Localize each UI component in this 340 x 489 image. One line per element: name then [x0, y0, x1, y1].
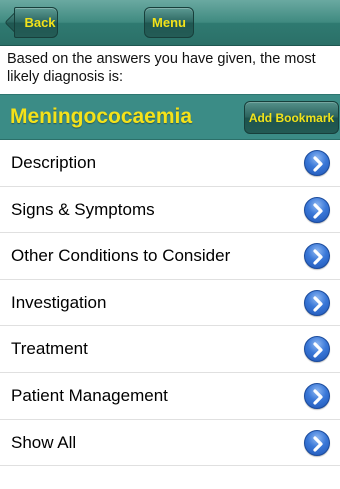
list-item-label: Investigation: [11, 292, 107, 312]
list-item-treatment[interactable]: Treatment: [0, 326, 340, 373]
diagnosis-title: Meningococaemia: [10, 105, 193, 128]
back-button-label: Back: [24, 15, 56, 30]
menu-button[interactable]: Menu: [144, 7, 194, 38]
diagnosis-intro-text: Based on the answers you have given, the…: [7, 51, 316, 85]
navigation-bar: Back Menu: [0, 0, 340, 46]
list-item-label: Patient Management: [11, 385, 168, 405]
chevron-right-icon[interactable]: [304, 429, 330, 456]
list-item-patient-management[interactable]: Patient Management: [0, 372, 340, 420]
list-item-description[interactable]: Description: [0, 140, 340, 187]
chevron-right-icon[interactable]: [304, 289, 330, 316]
chevron-right-icon[interactable]: [304, 243, 330, 270]
menu-button-label: Menu: [152, 15, 186, 30]
chevron-right-icon[interactable]: [304, 336, 330, 363]
list-item-label: Treatment: [11, 339, 88, 359]
list-item-signs-symptoms[interactable]: Signs & Symptoms: [0, 186, 340, 234]
add-bookmark-button[interactable]: Add Bookmark: [244, 101, 339, 134]
chevron-right-icon[interactable]: [304, 150, 330, 176]
list-item-label: Signs & Symptoms: [11, 199, 155, 219]
chevron-right-icon[interactable]: [304, 196, 330, 223]
list-item-label: Show All: [11, 432, 77, 452]
diagnosis-header: Meningococaemia Add Bookmark: [0, 94, 340, 140]
add-bookmark-label: Add Bookmark: [248, 110, 335, 125]
list-item-other-conditions[interactable]: Other Conditions to Consider: [0, 233, 340, 280]
back-button[interactable]: Back: [14, 7, 58, 38]
list-item-label: Description: [11, 153, 97, 172]
chevron-right-icon[interactable]: [304, 382, 330, 409]
list-item-label: Other Conditions to Consider: [11, 246, 231, 266]
list-item-investigation[interactable]: Investigation: [0, 279, 340, 327]
diagnosis-sections-list: Description Signs & Symptoms Other Condi…: [0, 140, 340, 467]
list-item-show-all[interactable]: Show All: [0, 419, 340, 467]
